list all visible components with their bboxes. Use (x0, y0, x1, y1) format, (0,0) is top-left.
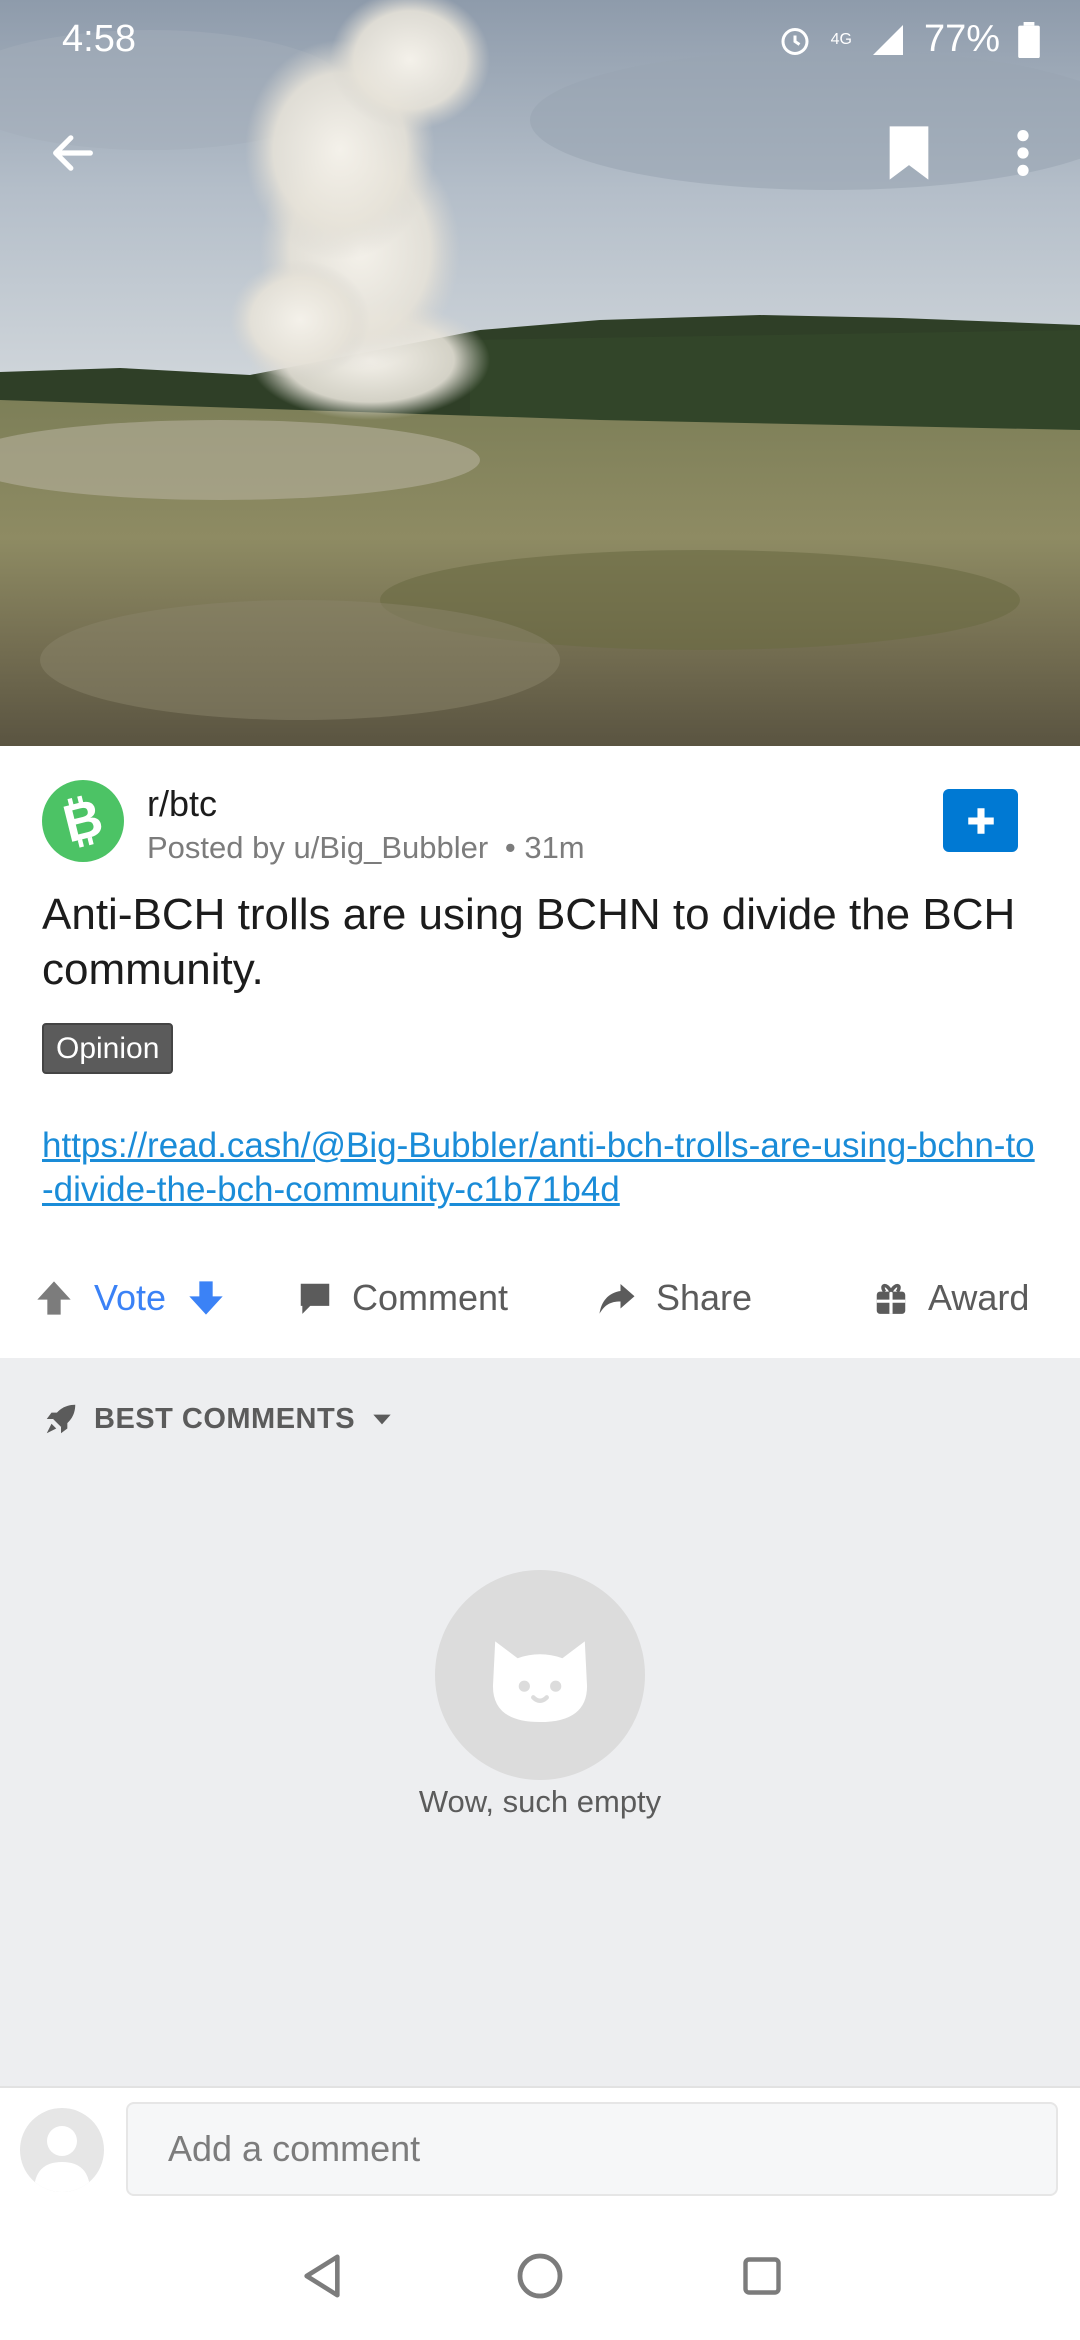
post-flair[interactable]: Opinion (42, 1023, 174, 1074)
post-meta: Posted by u/Big_Bubbler • 31m (147, 830, 585, 866)
post-image[interactable]: 4:58 4G 77% (0, 0, 1080, 746)
share-button[interactable]: Share (596, 1262, 752, 1334)
subreddit-avatar[interactable]: B (42, 780, 124, 862)
award-icon (876, 1283, 906, 1314)
vote-label: Vote (94, 1277, 167, 1318)
post-age: • 31m (504, 830, 585, 865)
comment-button[interactable]: Comment (296, 1262, 508, 1334)
award-button[interactable]: Award (872, 1262, 1029, 1334)
empty-state-illustration (435, 1570, 645, 1780)
more-options-button[interactable] (988, 118, 1058, 188)
nav-home-icon (517, 2253, 563, 2299)
upvote-icon[interactable] (34, 1278, 74, 1318)
posted-by[interactable]: Posted by u/Big_Bubbler (147, 830, 488, 865)
cat-icon (492, 1641, 588, 1723)
post-actions-bar: Vote Comment Share Award (0, 1262, 1080, 1334)
comment-label: Comment (352, 1277, 509, 1318)
nav-back-button[interactable] (292, 2246, 352, 2306)
nav-recents-button[interactable] (732, 2246, 792, 2306)
chevron-down-icon (373, 1414, 391, 1425)
add-comment-input[interactable]: Add a comment (126, 2102, 1058, 2196)
post-title: Anti-BCH trolls are using BCHN to divide… (42, 890, 1016, 994)
user-icon (34, 2126, 90, 2192)
nav-home-button[interactable] (510, 2246, 570, 2306)
user-avatar[interactable] (20, 2108, 104, 2192)
plus-icon (967, 807, 994, 834)
network-type: 4G (830, 30, 852, 48)
nav-recents-icon (743, 2257, 781, 2295)
signal-icon (872, 24, 903, 55)
rocket-icon (46, 1404, 76, 1434)
nav-back-icon (304, 2254, 340, 2298)
comment-sort-label: BEST COMMENTS (94, 1402, 356, 1435)
comment-icon (300, 1283, 330, 1314)
comment-sort-dropdown[interactable]: BEST COMMENTS (42, 1400, 395, 1438)
join-subreddit-button[interactable] (943, 789, 1018, 852)
back-arrow-icon (53, 135, 93, 171)
status-bar: 4:58 4G 77% (0, 0, 1080, 80)
alarm-icon (781, 27, 809, 55)
status-time: 4:58 (62, 18, 136, 60)
post-link[interactable]: https://read.cash/@Big-Bubbler/anti-bch-… (42, 1124, 1042, 1212)
subreddit-name[interactable]: r/btc (147, 783, 217, 825)
more-vertical-icon (1017, 130, 1029, 176)
save-button[interactable] (874, 118, 944, 188)
battery-icon (1018, 21, 1040, 58)
share-label: Share (656, 1277, 753, 1318)
downvote-icon[interactable] (186, 1278, 226, 1318)
empty-state-text: Wow, such empty (418, 1784, 662, 1819)
bitcoin-cash-icon: B (57, 791, 108, 851)
svg-text:B: B (57, 791, 108, 851)
back-button[interactable] (38, 118, 108, 188)
geyser-landscape-image (0, 0, 1080, 746)
battery-percent: 77% (923, 18, 1000, 60)
award-label: Award (928, 1277, 1030, 1318)
vote-group: Vote (34, 1262, 226, 1334)
bookmark-icon (889, 126, 929, 180)
share-icon (599, 1284, 635, 1314)
